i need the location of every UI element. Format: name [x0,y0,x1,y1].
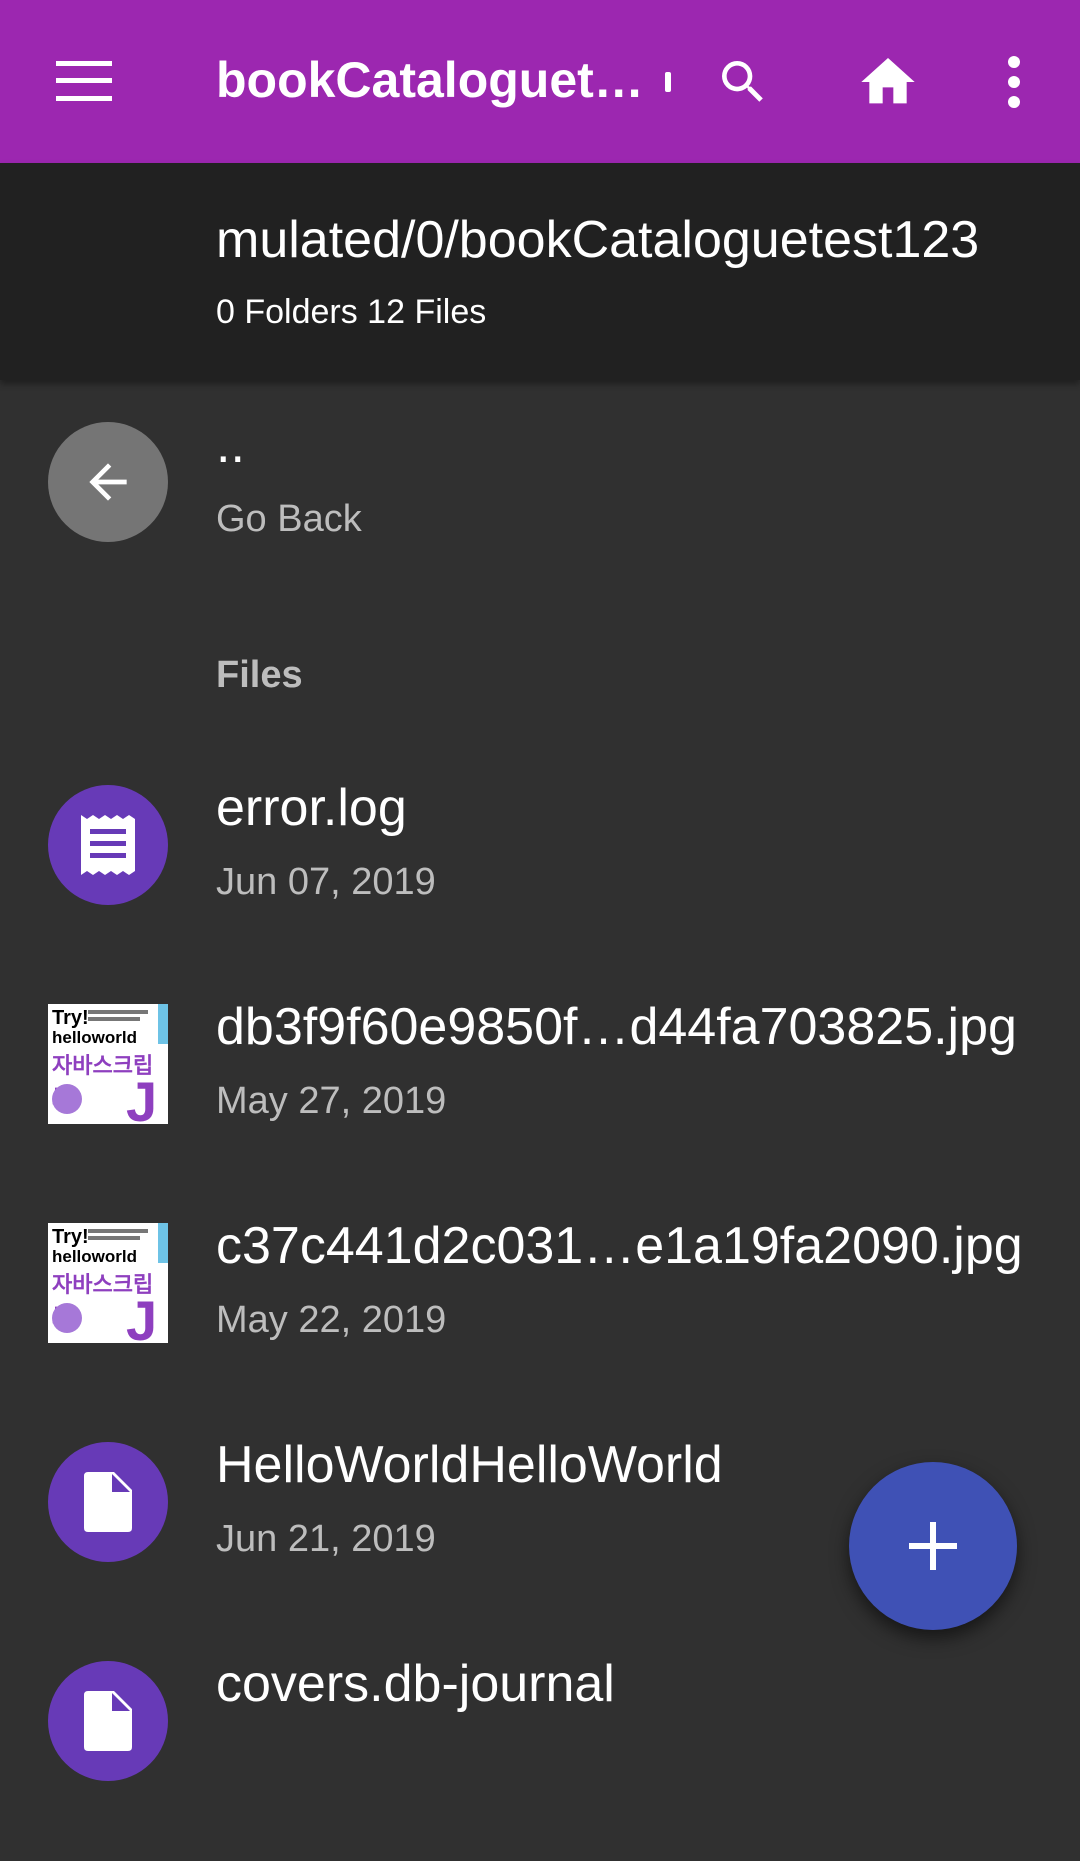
list-item[interactable]: Try! helloworld 자바스크립트 J c37c441d2c031…e… [0,1217,1080,1423]
thumb-helloworld-text: helloworld [52,1247,137,1266]
menu-button[interactable] [44,46,124,116]
list-item[interactable]: covers.db-journal [0,1655,1080,1861]
thumb-line [88,1236,140,1240]
home-button[interactable] [848,42,928,122]
app-title: bookCataloguet… [216,52,644,108]
file-name: error.log [216,779,407,837]
search-button[interactable] [703,42,783,122]
thumb-helloworld-text: helloworld [52,1028,137,1047]
menu-icon [56,61,112,101]
thumb-line [88,1229,148,1233]
file-name: db3f9f60e9850f…d44fa703825.jpg [216,998,1017,1056]
search-icon [722,61,763,102]
files-section-header: Files [216,654,303,696]
go-back-item[interactable]: .. Go Back [0,416,1080,622]
thumb-j-letter: J [126,1289,158,1344]
more-vert-icon [1008,56,1020,108]
file-avatar [48,1442,168,1562]
file-date: Jun 07, 2019 [216,861,436,903]
add-fab-button[interactable] [849,1462,1017,1630]
thumb-j-letter: J [126,1070,158,1125]
list-item[interactable]: Try! helloworld 자바스크립트 J db3f9f60e9850f…… [0,998,1080,1204]
file-date: May 22, 2019 [216,1299,447,1341]
file-name: covers.db-journal [216,1655,615,1713]
back-item-subtitle: Go Back [216,498,362,540]
thumb-badge [52,1084,82,1114]
image-thumbnail: Try! helloworld 자바스크립트 J [48,1004,168,1124]
file-avatar [48,785,168,905]
folder-file-counts: 0 Folders 12 Files [216,293,487,331]
file-date: May 27, 2019 [216,1080,447,1122]
app-bar: bookCataloguet… [0,0,1080,163]
thumb-badge [52,1303,82,1333]
file-avatar [48,1661,168,1781]
back-avatar [48,422,168,542]
file-date: Jun 21, 2019 [216,1518,436,1560]
list-item[interactable]: error.log Jun 07, 2019 [0,779,1080,985]
thumb-accent [158,1004,168,1044]
add-icon [909,1522,957,1570]
title-overflow-mark [665,72,671,92]
thumb-line [88,1017,140,1021]
thumb-try-text: Try! [52,1226,89,1248]
more-options-button[interactable] [974,42,1054,122]
file-icon [84,1691,132,1751]
file-icon [84,1472,132,1532]
text-file-icon [81,815,135,875]
path-bar: mulated/0/bookCataloguetest123 0 Folders… [0,163,1080,380]
home-icon [861,58,915,104]
current-path[interactable]: mulated/0/bookCataloguetest123 [216,205,1066,275]
arrow-back-icon [89,463,127,501]
file-name: c37c441d2c031…e1a19fa2090.jpg [216,1217,1023,1275]
thumb-try-text: Try! [52,1007,89,1029]
back-item-name: .. [216,416,245,474]
image-thumbnail: Try! helloworld 자바스크립트 J [48,1223,168,1343]
thumb-line [88,1010,148,1014]
thumb-accent [158,1223,168,1263]
